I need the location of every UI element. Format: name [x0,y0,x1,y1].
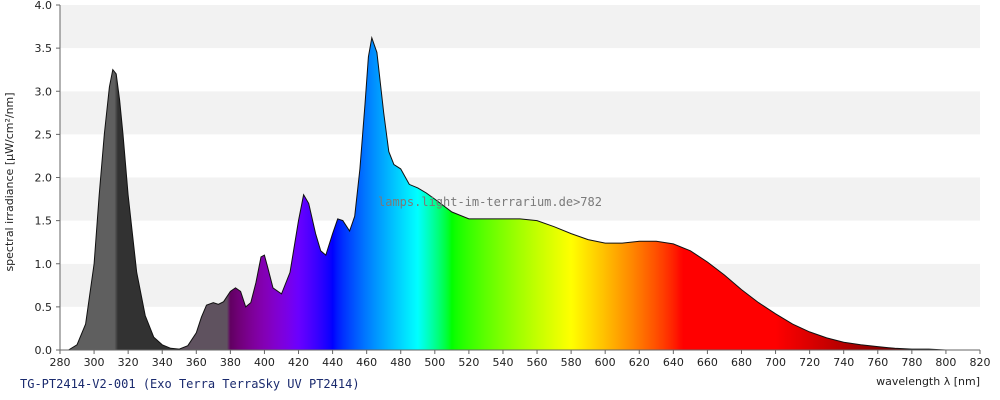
y-tick-label: 3.0 [35,85,53,98]
y-tick-label: 2.5 [35,128,53,141]
x-tick-label: 820 [970,356,991,369]
x-axis-label: wavelength λ [nm] [876,375,980,388]
watermark: lamps.light-im-terrarium.de>782 [378,195,602,209]
x-axis-ticks: 280 300 320 340 360 380 400 420 440 460 480 500 520 5… [50,350,991,369]
x-tick-label: 420 [288,356,309,369]
x-tick-label: 700 [765,356,786,369]
grid-band [60,91,980,135]
x-tick-label: 720 [799,356,820,369]
x-tick-label: 500 [424,356,445,369]
x-tick-label: 760 [867,356,888,369]
x-tick-label: 600 [595,356,616,369]
x-tick-label: 280 [50,356,71,369]
grid-band [60,48,980,92]
x-tick-label: 800 [935,356,956,369]
x-tick-label: 740 [833,356,854,369]
x-tick-label: 540 [492,356,513,369]
x-tick-label: 460 [356,356,377,369]
x-tick-label: 660 [697,356,718,369]
y-tick-label: 2.0 [35,172,53,185]
x-tick-label: 640 [663,356,684,369]
x-tick-label: 380 [220,356,241,369]
grid-band [60,5,980,49]
x-tick-label: 580 [561,356,582,369]
x-tick-label: 520 [458,356,479,369]
x-tick-label: 360 [186,356,207,369]
spectrum-caption: TG-PT2414-V2-001 (Exo Terra TerraSky UV … [20,377,360,391]
y-tick-label: 1.5 [35,215,53,228]
x-tick-label: 400 [254,356,275,369]
x-tick-label: 440 [322,356,343,369]
x-tick-label: 300 [84,356,105,369]
x-tick-label: 320 [118,356,139,369]
x-tick-label: 680 [731,356,752,369]
x-tick-label: 780 [901,356,922,369]
x-tick-label: 480 [390,356,411,369]
y-axis-ticks: 0.00.51.01.52.02.53.03.54.0 [35,0,60,357]
y-axis-label: spectral irradiance [µW/cm²/nm] [3,92,16,271]
grid-band [60,134,980,178]
x-tick-label: 560 [527,356,548,369]
y-tick-label: 4.0 [35,0,53,12]
y-tick-label: 1.0 [35,258,53,271]
y-tick-label: 3.5 [35,42,53,55]
y-tick-label: 0.5 [35,301,53,314]
x-tick-label: 620 [629,356,650,369]
spectrum-chart: 0.00.51.01.52.02.53.03.54.0 280 300 320 340… [3,0,991,369]
x-tick-label: 340 [152,356,173,369]
